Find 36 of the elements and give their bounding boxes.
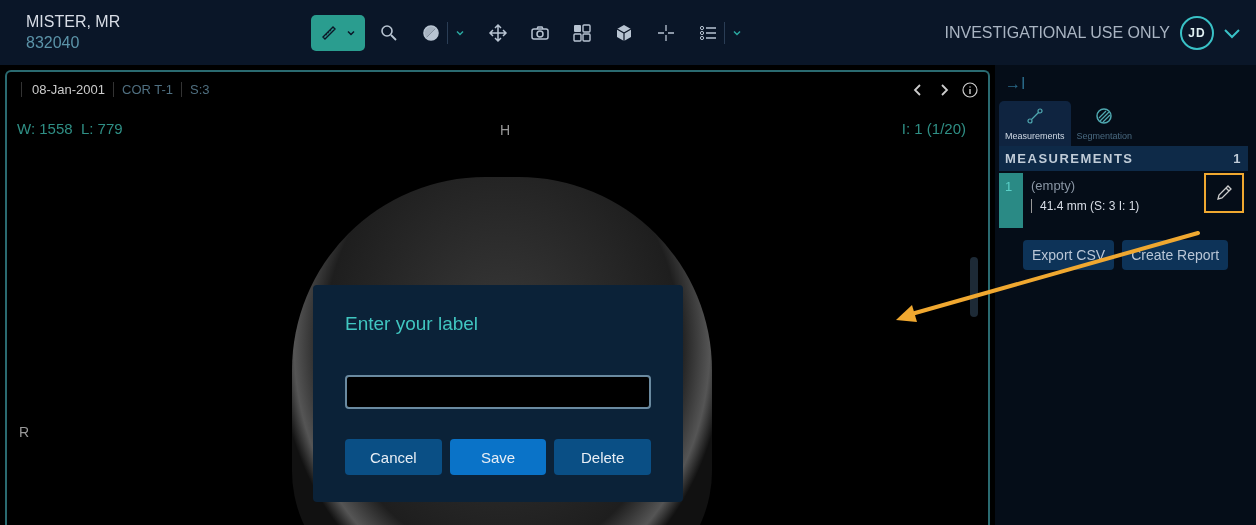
user-avatar[interactable]: JD — [1180, 15, 1214, 50]
crosshair-icon — [656, 22, 676, 43]
patient-name: MISTER, MR — [26, 13, 122, 31]
dialog-title: Enter your label — [345, 313, 480, 335]
hatched-circle-icon — [1094, 106, 1115, 126]
pencil-icon[interactable] — [1215, 184, 1233, 202]
measurement-count: 1 — [1233, 151, 1242, 166]
panel-tab[interactable]: Measurements — [999, 101, 1071, 146]
measurement-label[interactable]: (empty) — [1031, 178, 1196, 193]
move-icon — [488, 22, 508, 43]
measurement-index: 1 — [999, 173, 1023, 228]
measurement-value: 41.4 mm (S: 3 I: 1) — [1031, 199, 1196, 213]
orientation-marker: H — [500, 122, 511, 138]
tool-dropdown-button[interactable] — [311, 14, 365, 51]
section-title: MEASUREMENTS — [1005, 151, 1134, 166]
study-date: 08-Jan-2001 — [21, 82, 105, 97]
grid-layout-icon — [572, 22, 592, 43]
window-level-readout: W: 1558 L: 779 — [17, 120, 123, 137]
contrast-icon — [421, 22, 441, 43]
investigational-notice: INVESTIGATIONAL USE ONLY — [944, 23, 1170, 42]
dialog-button[interactable]: Cancel — [345, 439, 442, 475]
dialog-button[interactable]: Save — [449, 439, 547, 475]
image-index: I: 1 (1/20) — [901, 120, 966, 137]
patient-id: 832040 — [26, 34, 81, 52]
search-icon — [379, 22, 399, 43]
panel-tab[interactable]: Segmentation — [1070, 101, 1139, 146]
label-input-field[interactable] — [345, 375, 651, 409]
slice-label: S:3 — [181, 82, 210, 97]
orientation-marker: R — [19, 424, 30, 440]
scroll-thumb[interactable] — [970, 257, 978, 317]
dialog-button[interactable]: Delete — [554, 439, 651, 475]
cube-icon — [614, 22, 634, 43]
series-label: COR T-1 — [113, 82, 174, 97]
report-button[interactable]: Export CSV — [1023, 240, 1115, 270]
info-icon[interactable] — [962, 82, 978, 98]
line-measure-icon — [1024, 106, 1045, 126]
